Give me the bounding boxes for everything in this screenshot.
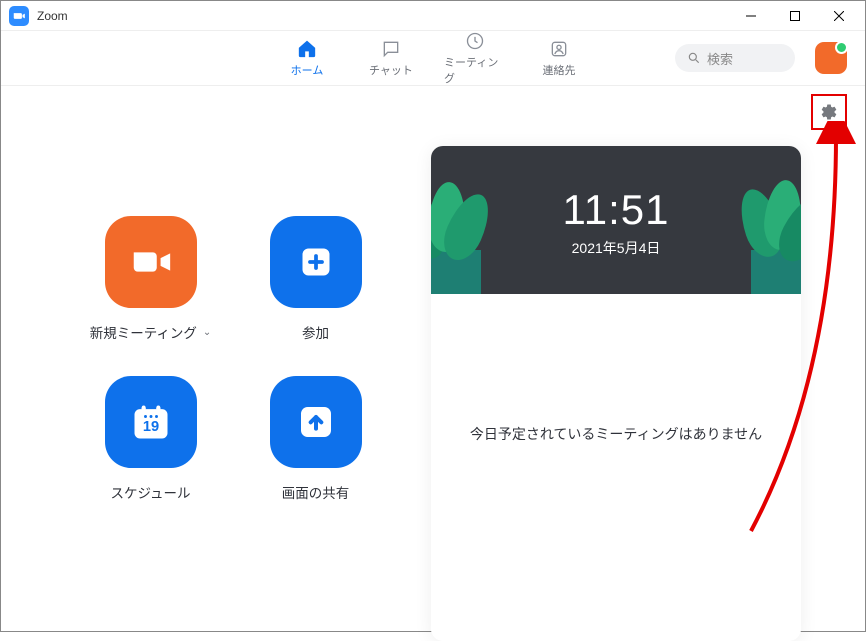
tab-chat[interactable]: チャット	[360, 38, 422, 78]
action-grid: 新規ミーティング ⌄ 参加 19	[73, 216, 393, 536]
avatar[interactable]	[815, 42, 847, 74]
tab-home[interactable]: ホーム	[276, 38, 338, 78]
close-button[interactable]	[817, 2, 861, 30]
agenda: 今日予定されているミーティングはありません	[431, 336, 801, 444]
search-placeholder: 検索	[707, 49, 733, 68]
agenda-empty-text: 今日予定されているミーティングはありません	[431, 424, 801, 444]
minimize-button[interactable]	[729, 2, 773, 30]
new-meeting-button[interactable]: 新規ミーティング ⌄	[73, 216, 228, 376]
tab-chat-label: チャット	[369, 62, 413, 78]
new-meeting-label: 新規ミーティング	[90, 322, 197, 342]
right-panel: 11:51 2021年5月4日 今日予定されているミーティングはありません	[431, 146, 801, 641]
tab-contacts[interactable]: 連絡先	[528, 38, 590, 78]
content: 新規ミーティング ⌄ 参加 19	[1, 86, 865, 631]
plus-icon	[270, 216, 362, 308]
chat-icon	[380, 38, 402, 60]
settings-button[interactable]	[811, 94, 847, 130]
schedule-button[interactable]: 19 スケジュール	[73, 376, 228, 536]
current-date: 2021年5月4日	[431, 238, 801, 258]
hero: 11:51 2021年5月4日	[431, 146, 801, 294]
tabbar: ホーム チャット ミーティング 連絡先 検索	[1, 31, 865, 86]
contacts-icon	[548, 38, 570, 60]
svg-text:19: 19	[142, 419, 158, 435]
clock-icon	[464, 30, 486, 52]
join-label: 参加	[302, 322, 329, 342]
schedule-label: スケジュール	[110, 482, 190, 502]
search-input[interactable]: 検索	[675, 44, 795, 72]
share-screen-button[interactable]: 画面の共有	[238, 376, 393, 536]
search-icon	[687, 51, 701, 65]
tab-meetings-label: ミーティング	[444, 54, 506, 86]
tab-contacts-label: 連絡先	[543, 62, 576, 78]
home-icon	[296, 38, 318, 60]
tab-meetings[interactable]: ミーティング	[444, 30, 506, 86]
titlebar: Zoom	[1, 1, 865, 31]
maximize-button[interactable]	[773, 2, 817, 30]
tab-home-label: ホーム	[291, 62, 324, 78]
join-button[interactable]: 参加	[238, 216, 393, 376]
share-screen-label: 画面の共有	[282, 482, 350, 502]
gear-icon	[817, 100, 841, 124]
app-title: Zoom	[37, 9, 68, 23]
video-icon	[105, 216, 197, 308]
share-arrow-icon	[270, 376, 362, 468]
calendar-icon: 19	[105, 376, 197, 468]
app-icon	[9, 6, 29, 26]
current-time: 11:51	[431, 186, 801, 234]
chevron-down-icon[interactable]: ⌄	[203, 327, 211, 338]
